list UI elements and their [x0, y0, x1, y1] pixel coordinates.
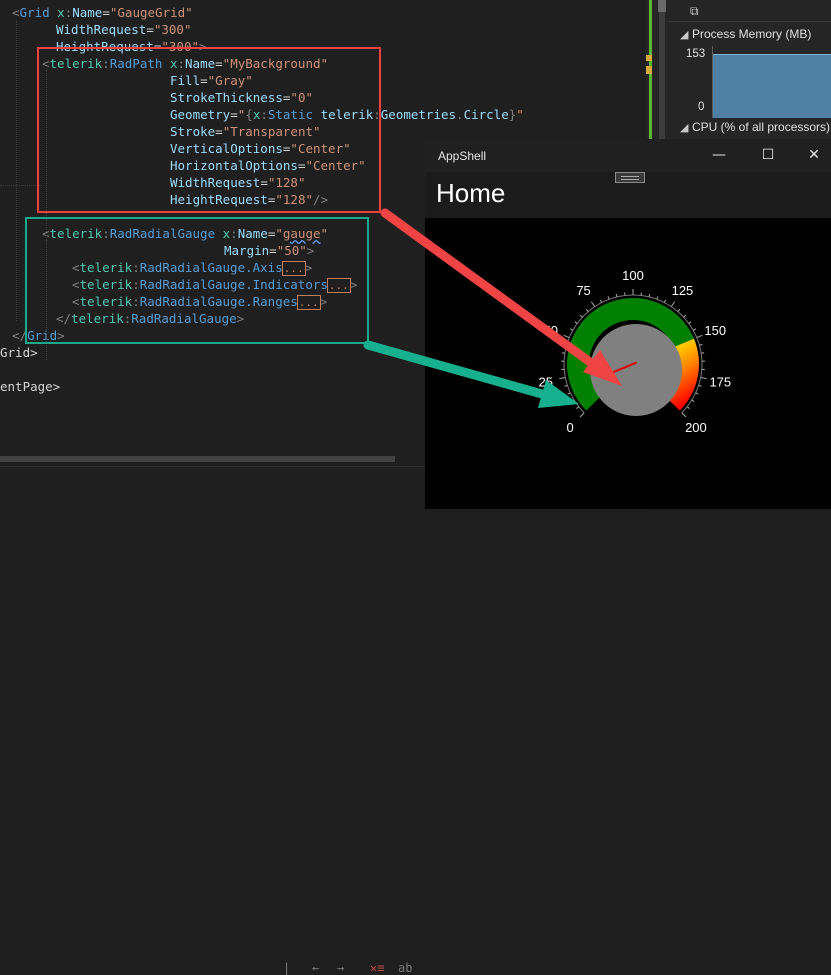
text-format-icon[interactable]: ab [398, 961, 412, 975]
separator-icon: | [283, 961, 290, 975]
remove-whitespace-icon[interactable]: ✕≡ [370, 961, 384, 975]
back-arrow-icon[interactable]: ← [312, 961, 319, 975]
annotation-arrows [0, 0, 831, 509]
forward-arrow-icon[interactable]: → [337, 961, 344, 975]
teal-arrow [368, 345, 579, 408]
